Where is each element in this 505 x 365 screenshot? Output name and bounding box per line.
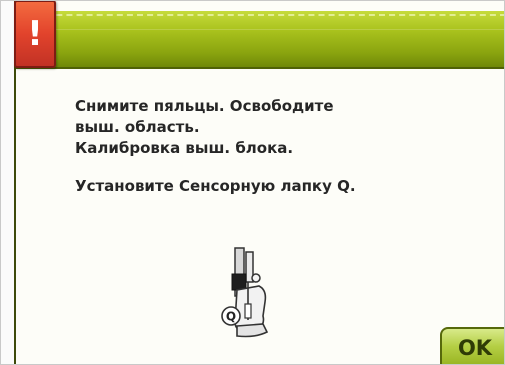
message-spacer [75, 159, 495, 176]
message-line-3: Калибровка выш. блока. [75, 139, 294, 157]
screen-frame: ! Снимите пяльцы. Освободите выш. област… [0, 0, 505, 365]
dialog-message: Снимите пяльцы. Освободите выш. область.… [75, 96, 495, 197]
warning-dialog: ! Снимите пяльцы. Освободите выш. област… [14, 1, 504, 364]
instruction-text: Установите Сенсорную лапку Q. [75, 177, 356, 195]
dialog-titlebar [16, 11, 504, 69]
ok-button[interactable]: OK [440, 327, 504, 364]
message-line-2: выш. область. [75, 118, 200, 136]
warning-exclamation-icon: ! [14, 1, 56, 68]
message-line-1: Снимите пяльцы. Освободите [75, 97, 334, 115]
foot-letter-label: Q [226, 310, 236, 324]
sensor-presser-foot-q-icon: Q [221, 247, 269, 338]
